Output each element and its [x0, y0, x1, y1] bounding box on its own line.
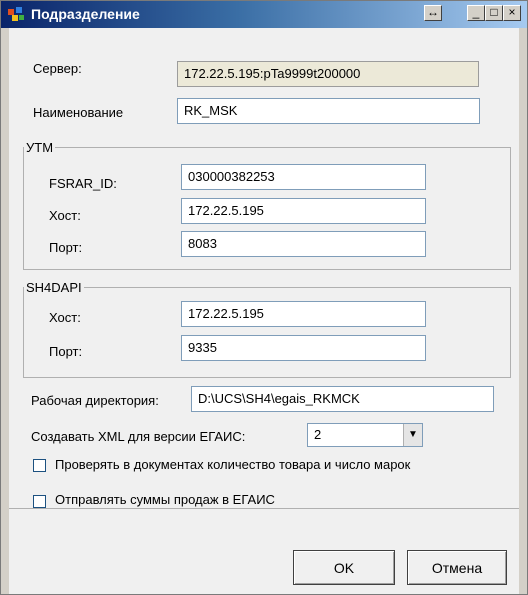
chevron-down-icon[interactable]: ▼ [403, 424, 422, 446]
dialog-window: Подразделение ↔ _ □ × Сервер: 172.22.5.1… [0, 0, 528, 595]
maximize-button[interactable]: □ [485, 5, 503, 21]
utm-fsrar-label: FSRAR_ID: [49, 176, 117, 191]
minimize-button[interactable]: _ [467, 5, 485, 21]
utm-port-label: Порт: [49, 240, 83, 255]
sh4dapi-port-label: Порт: [49, 344, 83, 359]
xml-version-value: 2 [314, 427, 322, 442]
dialog-body: Сервер: 172.22.5.195:pTa9999t200000 Наим… [9, 28, 519, 594]
server-field: 172.22.5.195:pTa9999t200000 [177, 61, 479, 87]
ok-button[interactable]: OK [293, 550, 395, 585]
sh4dapi-port-field[interactable]: 9335 [181, 335, 426, 361]
utm-port-field[interactable]: 8083 [181, 231, 426, 257]
sh4dapi-host-field[interactable]: 172.22.5.195 [181, 301, 426, 327]
title-bar[interactable]: Подразделение ↔ _ □ × [1, 1, 527, 28]
send-sales-checkbox[interactable] [33, 495, 46, 508]
cancel-button[interactable]: Отмена [407, 550, 507, 585]
name-field[interactable]: RK_MSK [177, 98, 480, 124]
window-title: Подразделение [31, 6, 140, 22]
footer-separator [9, 508, 519, 509]
server-label: Сервер: [33, 61, 82, 76]
sh4dapi-group: SH4DAPI [23, 280, 511, 378]
utm-host-label: Хост: [49, 208, 81, 223]
sh4dapi-legend: SH4DAPI [26, 280, 82, 295]
send-sales-label[interactable]: Отправлять суммы продаж в ЕГАИС [55, 492, 275, 507]
app-icon [8, 7, 24, 21]
check-quantity-label[interactable]: Проверять в документах количество товара… [55, 457, 410, 472]
utm-legend: УТМ [26, 140, 54, 155]
workdir-label: Рабочая директория: [31, 393, 159, 408]
workdir-field[interactable]: D:\UCS\SH4\egais_RKMCK [191, 386, 494, 412]
sh4dapi-host-label: Хост: [49, 310, 81, 325]
xml-version-label: Создавать XML для версии ЕГАИС: [31, 429, 246, 444]
utm-fsrar-field[interactable]: 030000382253 [181, 164, 426, 190]
xml-version-select[interactable]: 2 ▼ [307, 423, 423, 447]
close-button[interactable]: × [503, 5, 521, 21]
utm-host-field[interactable]: 172.22.5.195 [181, 198, 426, 224]
check-quantity-checkbox[interactable] [33, 459, 46, 472]
name-label: Наименование [33, 105, 124, 120]
resize-button[interactable]: ↔ [424, 5, 442, 21]
